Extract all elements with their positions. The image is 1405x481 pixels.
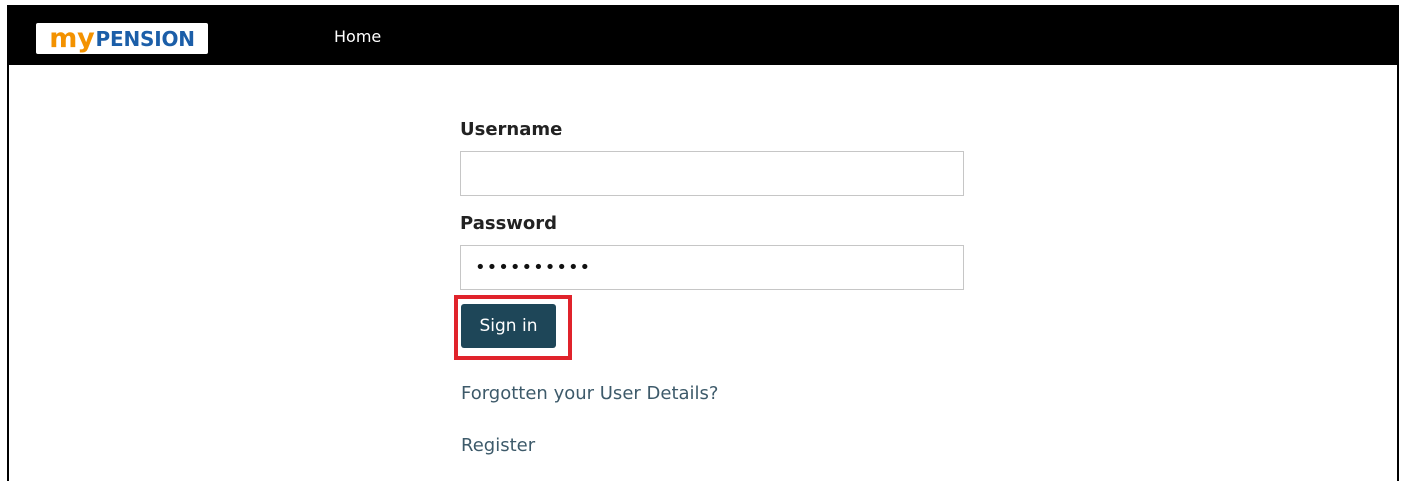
username-label: Username — [460, 119, 563, 140]
logo-my-text: my — [49, 23, 95, 54]
sign-in-button[interactable]: Sign in — [461, 304, 556, 348]
top-nav-bar: my PENSION Home — [9, 7, 1397, 65]
nav-home-link[interactable]: Home — [334, 27, 381, 46]
mypension-logo[interactable]: my PENSION — [36, 23, 208, 54]
forgotten-user-details-link[interactable]: Forgotten your User Details? — [461, 383, 718, 404]
password-input[interactable] — [460, 245, 964, 290]
register-link[interactable]: Register — [461, 435, 535, 456]
password-label: Password — [460, 213, 558, 234]
page-frame: myPENSION Home Username Password Sign in… — [7, 5, 1399, 481]
username-input[interactable] — [460, 151, 964, 196]
logo-pension-text: PENSION — [95, 26, 195, 51]
